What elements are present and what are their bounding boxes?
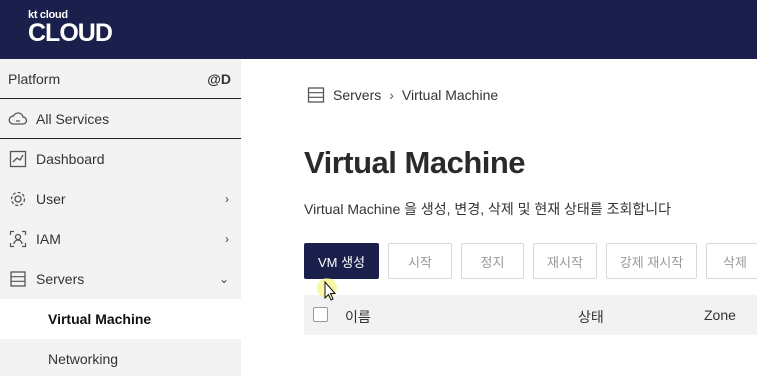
logo-product-text: CLOUD [28, 19, 113, 47]
sidebar-item-label: All Services [36, 110, 110, 127]
platform-user[interactable]: @D [207, 71, 231, 87]
stop-button[interactable]: 정지 [461, 243, 524, 279]
sidebar-subitem-networking[interactable]: Networking [0, 339, 241, 376]
page-description: Virtual Machine 을 생성, 변경, 삭제 및 현재 상태를 조회… [304, 201, 671, 217]
gear-icon [8, 189, 28, 209]
platform-selector[interactable]: Platform @D [0, 59, 241, 99]
main-content: Servers › Virtual Machine Virtual Machin… [241, 59, 757, 376]
table-header: 이름 상태 Zone [304, 295, 757, 335]
cloud-icon [8, 109, 28, 129]
top-header: kt cloud CLOUD [0, 0, 757, 59]
start-button[interactable]: 시작 [388, 243, 452, 279]
sidebar-item-label: Servers [36, 271, 85, 287]
action-toolbar: VM 생성 시작 정지 재시작 강제 재시작 삭제 [304, 243, 757, 279]
breadcrumb-parent[interactable]: Servers [333, 87, 381, 103]
column-header-status[interactable]: 상태 [578, 307, 604, 327]
create-vm-button[interactable]: VM 생성 [304, 243, 379, 279]
breadcrumb: Servers › Virtual Machine [307, 86, 498, 104]
sidebar-subitem-virtual-machine[interactable]: Virtual Machine [0, 299, 241, 339]
sidebar-item-label: IAM [36, 231, 61, 247]
sidebar-item-servers[interactable]: Servers ⌄ [0, 259, 241, 299]
column-header-zone[interactable]: Zone [704, 307, 736, 323]
breadcrumb-current: Virtual Machine [401, 87, 499, 103]
restart-button[interactable]: 재시작 [533, 243, 597, 279]
sidebar-item-label: Dashboard [36, 151, 105, 167]
server-icon [8, 269, 28, 289]
mouse-cursor [316, 278, 350, 317]
platform-label: Platform [8, 70, 61, 87]
server-icon [307, 86, 325, 104]
delete-button[interactable]: 삭제 [706, 243, 757, 279]
kt-cloud-logo[interactable]: kt cloud CLOUD [28, 9, 113, 47]
sidebar-item-user[interactable]: User › [0, 179, 241, 219]
sidebar-item-label: User [36, 191, 66, 207]
iam-icon [8, 229, 28, 249]
sidebar-item-iam[interactable]: IAM › [0, 219, 241, 259]
force-restart-button[interactable]: 강제 재시작 [606, 243, 697, 279]
chevron-right-icon: › [225, 232, 229, 246]
dashboard-icon [8, 149, 28, 169]
sidebar: Platform @D All Services Dashboard User … [0, 59, 241, 376]
breadcrumb-separator: › [389, 87, 394, 103]
sidebar-item-all-services[interactable]: All Services [0, 99, 241, 139]
chevron-down-icon: ⌄ [218, 272, 229, 286]
page-title: Virtual Machine [304, 145, 526, 180]
sidebar-item-dashboard[interactable]: Dashboard [0, 139, 241, 179]
chevron-right-icon: › [225, 192, 229, 206]
